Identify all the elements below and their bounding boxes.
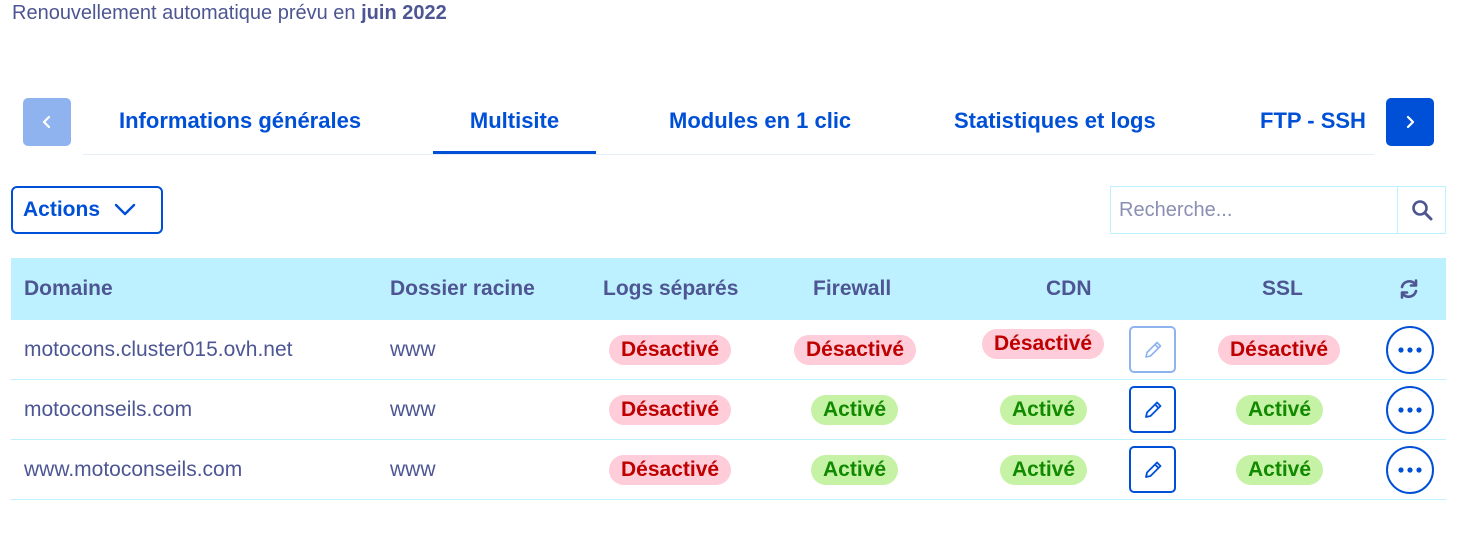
search-input[interactable]: [1111, 187, 1397, 233]
tab-ftp-ssh[interactable]: FTP - SSH: [1260, 106, 1366, 154]
tabs-next-button[interactable]: [1386, 98, 1434, 146]
root-folder-cell: www: [390, 338, 436, 361]
column-header-domaine[interactable]: Domaine: [24, 258, 113, 320]
firewall-status-badge: Activé: [811, 395, 899, 425]
row-actions-button[interactable]: [1386, 386, 1434, 434]
column-header-logs[interactable]: Logs séparés: [603, 258, 738, 320]
tab-multisite[interactable]: Multisite: [433, 106, 596, 154]
table-row: www.motoconseils.com www Désactivé Activ…: [11, 440, 1446, 500]
cdn-edit-button[interactable]: [1129, 386, 1176, 433]
search-icon: [1411, 200, 1432, 221]
column-header-firewall[interactable]: Firewall: [813, 258, 891, 320]
multisite-table: Domaine Dossier racine Logs séparés Fire…: [11, 258, 1446, 500]
pencil-icon: [1144, 341, 1161, 358]
renewal-prefix: Renouvellement automatique prévu en: [12, 2, 356, 24]
ssl-status-badge: Désactivé: [1218, 335, 1341, 365]
row-actions-button[interactable]: [1386, 446, 1434, 494]
ssl-status-badge: Activé: [1236, 395, 1324, 425]
firewall-status-badge: Désactivé: [794, 335, 917, 365]
table-row: motoconseils.com www Désactivé Activé Ac…: [11, 380, 1446, 440]
chevron-down-icon: [114, 203, 136, 217]
pencil-icon: [1144, 401, 1161, 418]
actions-dropdown[interactable]: Actions: [11, 186, 163, 234]
tab-modules[interactable]: Modules en 1 clic: [669, 106, 851, 154]
tabs-prev-button[interactable]: [23, 98, 71, 146]
ellipsis-icon: [1398, 407, 1422, 413]
search-box: [1110, 186, 1446, 234]
cdn-status-badge: Désactivé: [982, 329, 1105, 359]
domain-cell: motoconseils.com: [24, 398, 193, 421]
tabs-divider: [83, 154, 1374, 155]
search-button[interactable]: [1397, 187, 1445, 233]
pencil-icon: [1144, 461, 1161, 478]
chevron-left-icon: [42, 115, 51, 129]
cdn-edit-button[interactable]: [1129, 446, 1176, 493]
table-header: Domaine Dossier racine Logs séparés Fire…: [11, 258, 1446, 320]
row-actions-button[interactable]: [1386, 326, 1434, 374]
cdn-status-badge: Activé: [1000, 455, 1088, 485]
cdn-edit-button[interactable]: [1129, 326, 1176, 373]
domain-cell: motocons.cluster015.ovh.net: [24, 338, 293, 361]
renewal-date: juin 2022: [361, 2, 447, 24]
root-folder-cell: www: [390, 398, 436, 421]
logs-status-badge: Désactivé: [609, 455, 732, 485]
tabs-bar: Informations générales Multisite Modules…: [23, 98, 1434, 156]
chevron-right-icon: [1406, 115, 1415, 129]
ellipsis-icon: [1398, 347, 1422, 353]
column-header-dossier[interactable]: Dossier racine: [390, 258, 535, 320]
logs-status-badge: Désactivé: [609, 395, 732, 425]
cdn-status-badge: Activé: [1000, 395, 1088, 425]
tab-statistiques[interactable]: Statistiques et logs: [954, 106, 1156, 154]
refresh-button[interactable]: [1398, 258, 1420, 320]
domain-cell: www.motoconseils.com: [24, 458, 243, 481]
refresh-icon: [1400, 279, 1418, 299]
table-row: motocons.cluster015.ovh.net www Désactiv…: [11, 320, 1446, 380]
tab-informations-generales[interactable]: Informations générales: [119, 106, 361, 154]
column-header-ssl[interactable]: SSL: [1262, 258, 1303, 320]
root-folder-cell: www: [390, 458, 436, 481]
firewall-status-badge: Activé: [811, 455, 899, 485]
ellipsis-icon: [1398, 467, 1422, 473]
column-header-cdn[interactable]: CDN: [1046, 258, 1092, 320]
renewal-info: Renouvellement automatique prévu en juin…: [12, 2, 447, 25]
actions-label: Actions: [23, 198, 101, 221]
ssl-status-badge: Activé: [1236, 455, 1324, 485]
logs-status-badge: Désactivé: [609, 335, 732, 365]
